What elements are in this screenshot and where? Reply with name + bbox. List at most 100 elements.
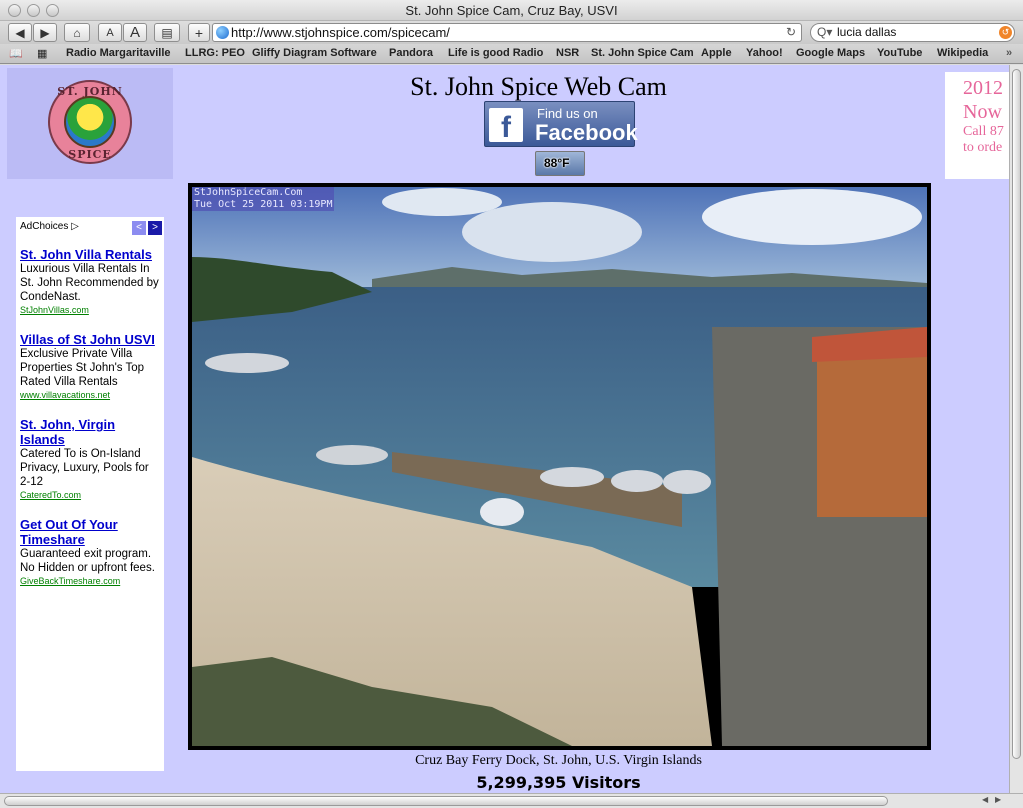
cloud <box>702 189 922 245</box>
bookmark-life-is-good-radio[interactable]: Life is good Radio <box>448 47 543 59</box>
webcam-frame: StJohnSpiceCam.Com Tue Oct 25 2011 03:19… <box>188 183 931 750</box>
horizontal-scrollbar[interactable]: ◀ ▶ <box>0 793 1023 808</box>
ad-body: Luxurious Villa Rentals In St. John Reco… <box>20 263 159 303</box>
ad-column: AdChoices ▷ < > St. John Villa Rentals L… <box>16 217 164 771</box>
ad-next-button[interactable]: > <box>148 221 162 235</box>
horizontal-scroll-thumb[interactable] <box>4 796 888 806</box>
ad-title-link[interactable]: Villas of St John USVI <box>20 332 160 347</box>
cloud <box>382 188 502 216</box>
ad-title-link[interactable]: Get Out Of Your Timeshare <box>20 517 160 547</box>
dinghy <box>663 470 711 494</box>
search-field[interactable]: Q▾ lucia dallas ↺ <box>810 23 1015 42</box>
bookmark-radio-margaritaville[interactable]: Radio Margaritaville <box>66 47 171 59</box>
motorboat <box>205 353 289 373</box>
webcam-timestamp: StJohnSpiceCam.Com Tue Oct 25 2011 03:19… <box>192 187 335 211</box>
bookmark-youtube[interactable]: YouTube <box>877 47 922 59</box>
reload-icon[interactable]: ↻ <box>786 24 796 41</box>
logo-badge: ST. JOHN SPICE <box>48 80 132 164</box>
ad-url-link[interactable]: CateredTo.com <box>20 489 160 501</box>
search-value: lucia dallas <box>837 25 897 39</box>
adchoices-header: AdChoices ▷ < > <box>20 221 162 237</box>
url-text: http://www.stjohnspice.com/spicecam/ <box>231 25 450 40</box>
bookmark-apple[interactable]: Apple <box>701 47 732 59</box>
text-bigger-button[interactable]: A <box>123 23 147 42</box>
bookmark-llrg-peo[interactable]: LLRG: PEO <box>185 47 245 59</box>
cloud <box>462 202 642 262</box>
dock-building <box>817 337 927 517</box>
ad-prev-button[interactable]: < <box>132 221 146 235</box>
plus-icon: + <box>194 24 204 41</box>
text-smaller-button[interactable]: A <box>98 23 122 42</box>
page-title: St. John Spice Web Cam <box>410 72 667 101</box>
bookmark-pandora[interactable]: Pandora <box>389 47 433 59</box>
webcam-caption: Cruz Bay Ferry Dock, St. John, U.S. Virg… <box>415 753 702 768</box>
visitor-counter: 5,299,395 Visitors <box>476 773 641 792</box>
webcam-image[interactable]: StJohnSpiceCam.Com Tue Oct 25 2011 03:19… <box>192 187 927 746</box>
bookmark-nsr[interactable]: NSR <box>556 47 579 59</box>
text-smaller-label: A <box>106 26 114 39</box>
webcam-stamp-datetime: Tue Oct 25 2011 03:19PM <box>194 199 333 210</box>
ad-body: Exclusive Private Villa Properties St Jo… <box>20 348 145 388</box>
st-john-spice-logo[interactable]: ST. JOHN SPICE <box>7 68 173 179</box>
bookmark-st-john-spice-cam[interactable]: St. John Spice Cam <box>591 47 694 59</box>
window-titlebar: St. John Spice Cam, Cruz Bay, USVI <box>0 0 1023 21</box>
promo-line-4: to orde <box>963 140 1003 155</box>
webcam-stamp-site: StJohnSpiceCam.Com <box>194 187 303 198</box>
scroll-right-arrow-icon[interactable]: ▶ <box>995 795 1001 804</box>
bookmark-gliffy[interactable]: Gliffy Diagram Software <box>252 47 377 59</box>
address-bar[interactable]: http://www.stjohnspice.com/spicecam/ ↻ <box>212 23 802 42</box>
minimize-window-button[interactable] <box>27 4 40 17</box>
back-button[interactable]: ◀ <box>8 23 32 42</box>
ad-body: Catered To is On-Island Privacy, Luxury,… <box>20 448 149 488</box>
ad-item: Get Out Of Your Timeshare Guaranteed exi… <box>20 517 160 587</box>
ad-url-link[interactable]: GiveBackTimeshare.com <box>20 575 160 587</box>
bookmarks-bar: 📖 ▦ Radio Margaritaville LLRG: PEO Gliff… <box>0 44 1023 64</box>
home-button[interactable]: ⌂ <box>64 23 90 42</box>
adchoices-label[interactable]: AdChoices ▷ <box>20 221 79 232</box>
dinghy <box>540 467 604 487</box>
webcam-scene <box>192 187 927 746</box>
ad-title-link[interactable]: St. John, Virgin Islands <box>20 417 160 447</box>
vertical-scrollbar[interactable] <box>1009 65 1023 793</box>
bookmarks-overflow-icon[interactable]: » <box>1006 47 1012 59</box>
text-bigger-label: A <box>129 24 140 41</box>
ad-url-link[interactable]: StJohnVillas.com <box>20 304 160 316</box>
vertical-scroll-thumb[interactable] <box>1012 69 1021 759</box>
home-icon: ⌂ <box>73 25 81 40</box>
top-sites-grid-icon[interactable]: ▦ <box>37 47 47 60</box>
weather-badge[interactable]: 88°F <box>535 151 585 176</box>
facebook-button[interactable]: f Find us on Facebook <box>484 101 638 147</box>
zoom-window-button[interactable] <box>46 4 59 17</box>
facebook-find-us-label: Find us on <box>537 106 598 121</box>
web-page: ST. JOHN SPICE St. John Spice Web Cam f … <box>0 65 1009 793</box>
print-button[interactable]: ▤ <box>154 23 180 42</box>
promo-line-2: Now <box>963 101 1002 123</box>
ad-title-link[interactable]: St. John Villa Rentals <box>20 247 160 262</box>
ad-url-link[interactable]: www.villavacations.net <box>20 389 160 401</box>
logo-text-bottom: SPICE <box>68 148 112 161</box>
window-title: St. John Spice Cam, Cruz Bay, USVI <box>405 3 618 18</box>
ad-body: Guaranteed exit program. No Hidden or up… <box>20 548 155 574</box>
bookmark-google-maps[interactable]: Google Maps <box>796 47 865 59</box>
ad-item: Villas of St John USVI Exclusive Private… <box>20 332 160 401</box>
temperature: 88°F <box>544 156 570 170</box>
rowboat <box>480 498 524 526</box>
bookmark-wikipedia[interactable]: Wikipedia <box>937 47 988 59</box>
site-globe-icon <box>216 26 229 39</box>
promo-line-3: Call 87 <box>963 124 1004 139</box>
add-bookmark-button[interactable]: + <box>188 23 210 42</box>
palm-island-icon <box>64 96 116 148</box>
ad-item: St. John, Virgin Islands Catered To is O… <box>20 417 160 501</box>
close-window-button[interactable] <box>8 4 21 17</box>
scroll-left-arrow-icon[interactable]: ◀ <box>982 795 988 804</box>
bookmark-yahoo[interactable]: Yahoo! <box>746 47 783 59</box>
dinghy <box>611 470 663 492</box>
forward-button[interactable]: ▶ <box>33 23 57 42</box>
search-icon[interactable]: Q▾ <box>817 24 832 41</box>
snapback-icon[interactable]: ↺ <box>999 26 1012 39</box>
ad-item: St. John Villa Rentals Luxurious Villa R… <box>20 247 160 316</box>
promo-banner[interactable]: 2012 Now Call 87 to orde <box>945 72 1009 179</box>
facebook-icon: f <box>489 108 523 144</box>
bookmarks-book-icon[interactable]: 📖 <box>9 47 23 60</box>
browser-toolbar: ◀ ▶ ⌂ A A ▤ + http://www.stjohnspice.com… <box>0 21 1023 44</box>
